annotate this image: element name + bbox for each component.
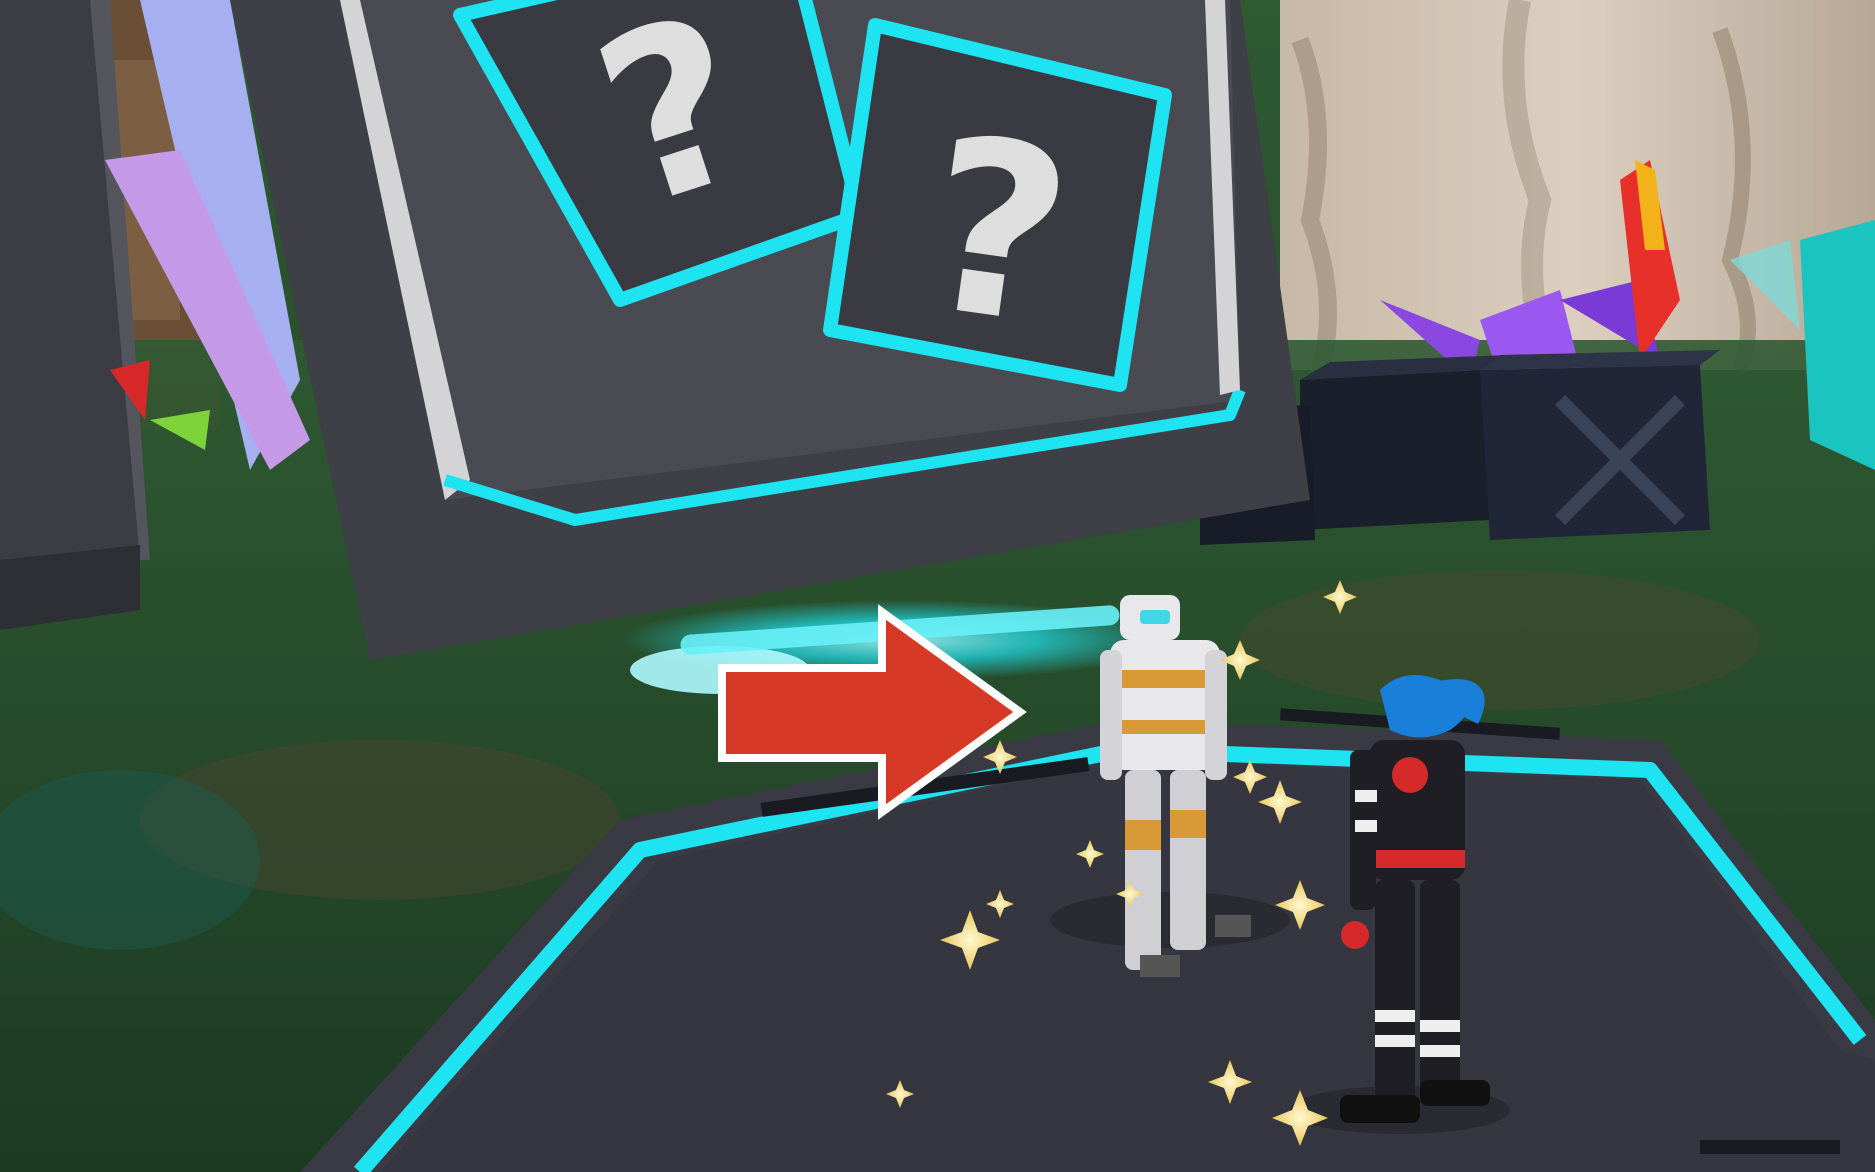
game-viewport[interactable]: ? ? (0, 0, 1875, 1172)
mystery-card-right[interactable]: ? (823, 18, 1172, 392)
